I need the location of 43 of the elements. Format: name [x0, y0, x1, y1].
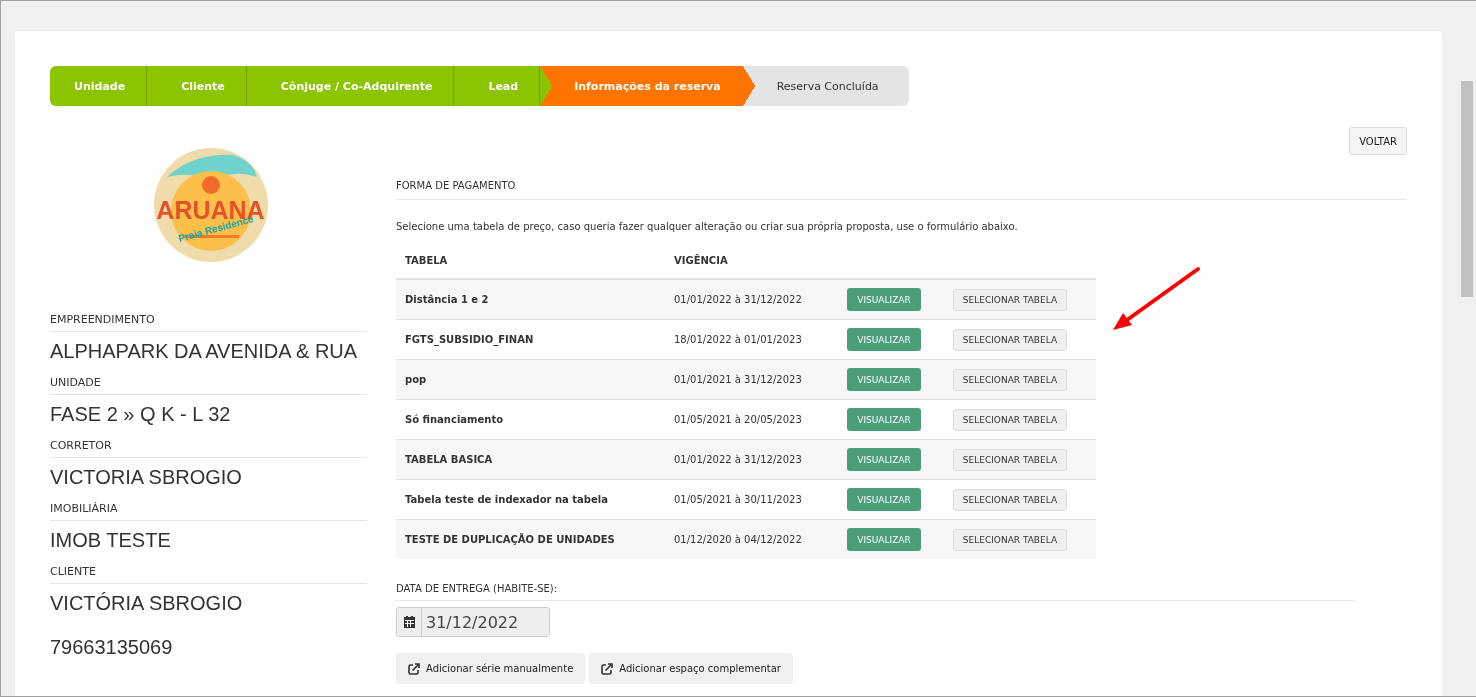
field-label: DATA DE ENTREGA (HABITE-SE):: [396, 583, 1355, 601]
section-heading: FORMA DE PAGAMENTO: [396, 180, 1407, 200]
table-cell: Só financiamento: [396, 399, 665, 440]
select-table-button[interactable]: SELECIONAR TABELA: [952, 408, 1067, 431]
table-cell: Distância 1 e 2: [396, 279, 665, 320]
select-table-button[interactable]: SELECIONAR TABELA: [952, 288, 1067, 311]
instructions-text: Selecione uma tabela de preço, caso queria fazer qualquer alteração ou criar sua própria proposta, use o formulário abaixo.: [396, 221, 1019, 232]
table-cell: 01/05/2021 à 30/11/2023: [665, 479, 838, 520]
select-table-button[interactable]: SELECIONAR TABELA: [952, 328, 1067, 351]
scrollbar-thumb[interactable]: [1460, 81, 1473, 297]
table-cell: 01/05/2021 à 20/05/2023: [665, 399, 838, 440]
field-value: VICTÓRIA SBROGIO: [50, 591, 244, 616]
table-cell: 18/01/2022 à 01/01/2023: [665, 319, 838, 360]
external-link-icon: [601, 662, 614, 675]
table-cell: FGTS_SUBSIDIO_FINAN: [396, 319, 665, 360]
field-label: IMOBILIÁRIA: [50, 502, 367, 521]
select-table-button[interactable]: SELECIONAR TABELA: [952, 528, 1067, 551]
action-button[interactable]: Adicionar espaço complementar: [589, 653, 793, 684]
table-cell: 01/01/2021 à 31/12/2023: [665, 359, 838, 400]
field-value: FASE 2 » Q K - L 32: [50, 402, 232, 427]
wizard-step[interactable]: Reserva Concluída: [742, 66, 909, 106]
field-value: 79663135069: [50, 635, 174, 660]
field-label: EMPREENDIMENTO: [50, 313, 367, 332]
table-cell: Tabela teste de indexador na tabela: [396, 479, 665, 520]
back-button[interactable]: VOLTAR: [1349, 127, 1407, 155]
field-label: CLIENTE: [50, 565, 367, 584]
action-button[interactable]: Adicionar série manualmente: [396, 653, 586, 684]
table-cell: pop: [396, 359, 665, 400]
table-cell: 01/01/2022 à 31/12/2022: [665, 279, 838, 320]
calendar-icon: [403, 616, 415, 628]
field-value: ALPHAPARK DA AVENIDA & RUA: [50, 339, 359, 364]
select-table-button[interactable]: SELECIONAR TABELA: [952, 368, 1067, 391]
table-cell: TABELA BASICA: [396, 439, 665, 480]
external-link-icon: [408, 662, 420, 675]
field-value: VICTORIA SBROGIO: [50, 465, 243, 490]
table-cell: TESTE DE DUPLICAÇÃO DE UNIDADES: [396, 519, 665, 559]
select-table-button[interactable]: SELECIONAR TABELA: [952, 448, 1067, 471]
table-cell: 01/01/2022 à 31/12/2023: [665, 439, 838, 480]
field-label: CORRETOR: [50, 439, 367, 458]
field-label: UNIDADE: [50, 376, 367, 395]
table-cell: 01/12/2020 à 04/12/2022: [665, 519, 838, 559]
select-table-button[interactable]: SELECIONAR TABELA: [952, 488, 1067, 511]
field-value: IMOB TESTE: [50, 528, 172, 553]
